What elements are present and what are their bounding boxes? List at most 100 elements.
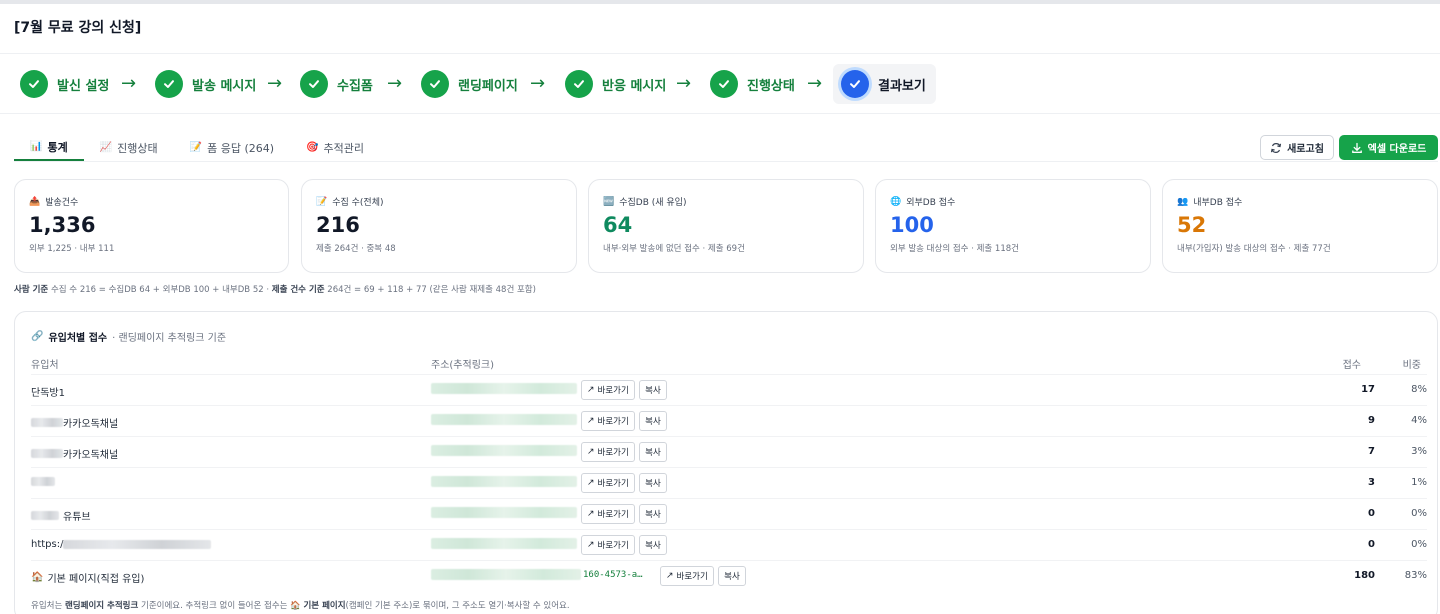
go-label: 바로가기	[597, 541, 629, 551]
ratio-value: 0%	[1411, 539, 1427, 550]
external-link-icon: ↗	[587, 540, 595, 550]
card-value: 100	[890, 213, 934, 237]
step-progress-status[interactable]: 진행상태	[710, 64, 795, 104]
card-value: 64	[603, 213, 633, 237]
step-label: 진행상태	[747, 78, 795, 94]
users-icon: 👥	[1177, 196, 1189, 207]
table-row: 단독방1 ↗ 바로가기 복사 17 8%	[31, 374, 1427, 405]
formula-text: 수집 수 216 = 수집DB 64 + 외부DB 100 + 내부DB 52 …	[48, 285, 272, 295]
redacted-text	[31, 418, 63, 427]
go-label: 바로가기	[597, 417, 629, 427]
external-link-icon: ↗	[587, 385, 595, 395]
refresh-button[interactable]: 새로고침	[1260, 135, 1334, 160]
stat-card-sent: 📤 발송건수 1,336 외부 1,225 · 내부 111	[14, 179, 289, 273]
external-link-icon: ↗	[587, 447, 595, 457]
go-link-button[interactable]: ↗ 바로가기	[581, 442, 635, 462]
home-icon: 🏠	[31, 572, 44, 583]
arrow-icon: →	[676, 73, 692, 94]
copy-button[interactable]: 복사	[639, 473, 667, 493]
tracking-link: 160-4573-a…	[431, 569, 643, 580]
copy-button[interactable]: 복사	[639, 504, 667, 524]
tab-label: 폼 응답 (264)	[207, 141, 275, 155]
step-send-message[interactable]: 발송 메시지	[155, 64, 256, 104]
copy-button[interactable]: 복사	[639, 535, 667, 555]
go-link-button[interactable]: ↗ 바로가기	[581, 473, 635, 493]
formula-note: 사람 기준 수집 수 216 = 수집DB 64 + 외부DB 100 + 내부…	[14, 283, 536, 295]
ratio-value: 83%	[1404, 570, 1427, 581]
tab-form-responses[interactable]: 📝 폼 응답 (264)	[174, 134, 290, 161]
tab-label: 진행상태	[117, 141, 158, 155]
refresh-label: 새로고침	[1287, 144, 1324, 155]
copy-button[interactable]: 복사	[639, 411, 667, 431]
step-results[interactable]: 결과보기	[833, 64, 936, 104]
excel-label: 엑셀 다운로드	[1367, 144, 1427, 155]
arrow-icon: →	[267, 73, 283, 94]
tab-statistics[interactable]: 📊 통계	[14, 134, 84, 161]
ratio-value: 3%	[1411, 446, 1427, 457]
step-label: 발송 메시지	[192, 78, 257, 94]
table-row: ↗ 바로가기 복사 3 1%	[31, 467, 1427, 498]
tab-progress-status[interactable]: 📈 진행상태	[84, 134, 174, 161]
table-row: https:/ ↗ 바로가기 복사 0 0%	[31, 529, 1427, 560]
bar-chart-icon: 📊	[30, 141, 43, 152]
go-link-button[interactable]: ↗ 바로가기	[581, 504, 635, 524]
ratio-value: 4%	[1411, 415, 1427, 426]
card-subtext: 제출 264건 · 중복 48	[316, 244, 396, 254]
memo-icon: 📝	[316, 196, 328, 207]
card-value: 216	[316, 213, 360, 237]
step-collection-form[interactable]: 수집폼	[300, 64, 373, 104]
go-link-button[interactable]: ↗ 바로가기	[581, 411, 635, 431]
redacted-text	[31, 511, 59, 520]
formula-bold: 사람 기준	[14, 285, 49, 295]
card-label: 수집DB (새 유입)	[619, 198, 687, 208]
tab-divider	[14, 161, 1438, 162]
panel-footnote: 유입처는 랜딩페이지 추적링크 기준이에요. 추적링크 없이 들어온 접수는 🏠…	[31, 599, 570, 611]
arrow-icon: →	[807, 73, 823, 94]
count-value: 17	[1361, 384, 1375, 395]
table-row: 카카오독채널 ↗ 바로가기 복사 7 3%	[31, 436, 1427, 467]
go-link-button[interactable]: ↗ 바로가기	[660, 566, 714, 586]
step-sender-settings[interactable]: 발신 설정	[20, 64, 109, 104]
copy-button[interactable]: 복사	[639, 442, 667, 462]
card-value: 52	[1177, 213, 1207, 237]
top-border	[0, 0, 1440, 4]
redacted-text	[31, 477, 55, 486]
card-label: 내부DB 접수	[1193, 198, 1243, 208]
check-icon	[710, 70, 738, 98]
external-link-icon: ↗	[666, 571, 674, 581]
copy-button[interactable]: 복사	[639, 380, 667, 400]
external-link-icon: ↗	[587, 509, 595, 519]
formula-bold: 제출 건수 기준	[271, 285, 325, 295]
source-name: 단독방1	[31, 388, 65, 399]
go-label: 바로가기	[597, 386, 629, 396]
source-name: 기본 페이지(직접 유입)	[47, 574, 145, 585]
arrow-icon: →	[530, 73, 546, 94]
go-link-button[interactable]: ↗ 바로가기	[581, 380, 635, 400]
stat-card-collected: 📝 수집 수(전체) 216 제출 264건 · 중복 48	[301, 179, 577, 273]
step-label: 결과보기	[878, 78, 926, 94]
count-value: 7	[1368, 446, 1375, 457]
footnote-text: 기준이에요. 추적링크 없이 들어온 접수는 🏠	[138, 601, 304, 611]
card-value: 1,336	[29, 213, 96, 237]
redacted-text	[31, 449, 63, 458]
redacted-text	[63, 540, 212, 549]
excel-download-button[interactable]: 엑셀 다운로드	[1339, 135, 1438, 160]
count-value: 3	[1368, 477, 1375, 488]
footnote-text: (캠페인 기본 주소)로 묶이며, 그 주소도 열기·복사할 수 있어요.	[345, 601, 570, 611]
stat-card-new-db: 🆕 수집DB (새 유입) 64 내부·외부 발송에 없던 접수 · 제출 69건	[588, 179, 864, 273]
step-label: 반응 메시지	[602, 78, 667, 94]
trend-chart-icon: 📈	[99, 142, 113, 153]
tab-tracking[interactable]: 🎯 추적관리	[290, 134, 380, 161]
link-icon: 🔗	[31, 331, 44, 342]
step-response-message[interactable]: 반응 메시지	[565, 64, 666, 104]
step-landing-page[interactable]: 랜딩페이지	[421, 64, 518, 104]
panel-title: 유입처별 접수	[48, 333, 108, 344]
tab-bar: 📊 통계 📈 진행상태 📝 폼 응답 (264) 🎯 추적관리	[14, 134, 380, 162]
go-label: 바로가기	[597, 479, 629, 489]
tab-label: 추적관리	[323, 141, 364, 155]
copy-button[interactable]: 복사	[718, 566, 746, 586]
card-subtext: 내부(가입자) 발송 대상의 접수 · 제출 77건	[1177, 244, 1331, 254]
go-link-button[interactable]: ↗ 바로가기	[581, 535, 635, 555]
check-icon	[300, 70, 328, 98]
step-progress-bar: 발신 설정 → 발송 메시지 → 수집폼 → 랜딩페이지 → 반응 메시지 → …	[0, 53, 1440, 114]
